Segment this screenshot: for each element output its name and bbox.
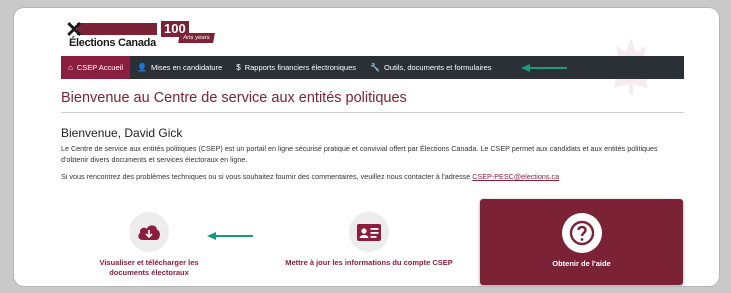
help-icon-circle	[561, 213, 602, 253]
anniversary-badge: 100 Ans years	[161, 21, 217, 47]
anniversary-word: Ans years	[178, 33, 215, 43]
id-card-icon-circle	[349, 212, 389, 252]
title-divider	[61, 112, 684, 113]
nav-item-nominations[interactable]: 👤 Mises en candidature	[130, 56, 229, 79]
screenshot-frame: ✕ Élections Canada 100 Ans years ⌂ CSEP …	[14, 8, 719, 286]
nav-item-label: CSEP Accueil	[76, 63, 123, 72]
annotation-arrow-icon	[207, 232, 253, 240]
download-icon-circle	[129, 212, 169, 252]
nav-item-home[interactable]: ⌂ CSEP Accueil	[61, 56, 130, 79]
nav-item-financial-reports[interactable]: $ Rapports financiers électroniques	[229, 56, 363, 79]
user-icon: 👤	[136, 63, 147, 72]
main-nav: ⌂ CSEP Accueil 👤 Mises en candidature $ …	[61, 56, 684, 79]
annotation-arrow-icon	[521, 64, 567, 72]
dollar-icon: $	[236, 63, 241, 72]
contact-paragraph: Si vous rencontrez des problèmes techniq…	[61, 172, 681, 181]
update-account-label: Mettre à jour les informations du compte…	[285, 258, 453, 267]
download-documents-card[interactable]: Visualiser et télécharger les documents …	[79, 212, 219, 278]
home-icon: ⌂	[68, 63, 73, 72]
get-help-label: Obtenir de l'aide	[552, 259, 611, 268]
nav-item-label: Outils, documents et formulaires	[383, 63, 492, 72]
get-help-card[interactable]: Obtenir de l'aide	[480, 199, 683, 285]
page-title: Bienvenue au Centre de service aux entit…	[61, 90, 407, 106]
wrench-icon: 🔧	[370, 63, 380, 72]
nav-item-label: Mises en candidature	[150, 63, 223, 72]
update-account-card[interactable]: Mettre à jour les informations du compte…	[279, 212, 459, 268]
logo-text: Élections Canada	[69, 37, 156, 49]
page: ✕ Élections Canada 100 Ans years ⌂ CSEP …	[59, 16, 684, 286]
welcome-heading: Bienvenue, David Gick	[61, 126, 183, 140]
download-documents-label: Visualiser et télécharger les documents …	[99, 258, 199, 277]
contact-email-link[interactable]: CSEP-PESC@elections.ca	[472, 172, 559, 181]
nav-item-label: Rapports financiers électroniques	[244, 63, 357, 72]
contact-text: Si vous rencontrez des problèmes techniq…	[61, 172, 471, 181]
intro-paragraph: Le Centre de service aux entités politiq…	[61, 144, 658, 164]
id-card-icon	[357, 223, 381, 241]
elections-canada-logo[interactable]: ✕ Élections Canada 100 Ans years	[65, 17, 217, 51]
ec-logo-mark: ✕ Élections Canada	[65, 17, 157, 51]
cloud-download-icon	[138, 225, 160, 240]
nav-item-tools[interactable]: 🔧 Outils, documents et formulaires	[363, 56, 499, 79]
question-mark-icon	[569, 220, 594, 246]
